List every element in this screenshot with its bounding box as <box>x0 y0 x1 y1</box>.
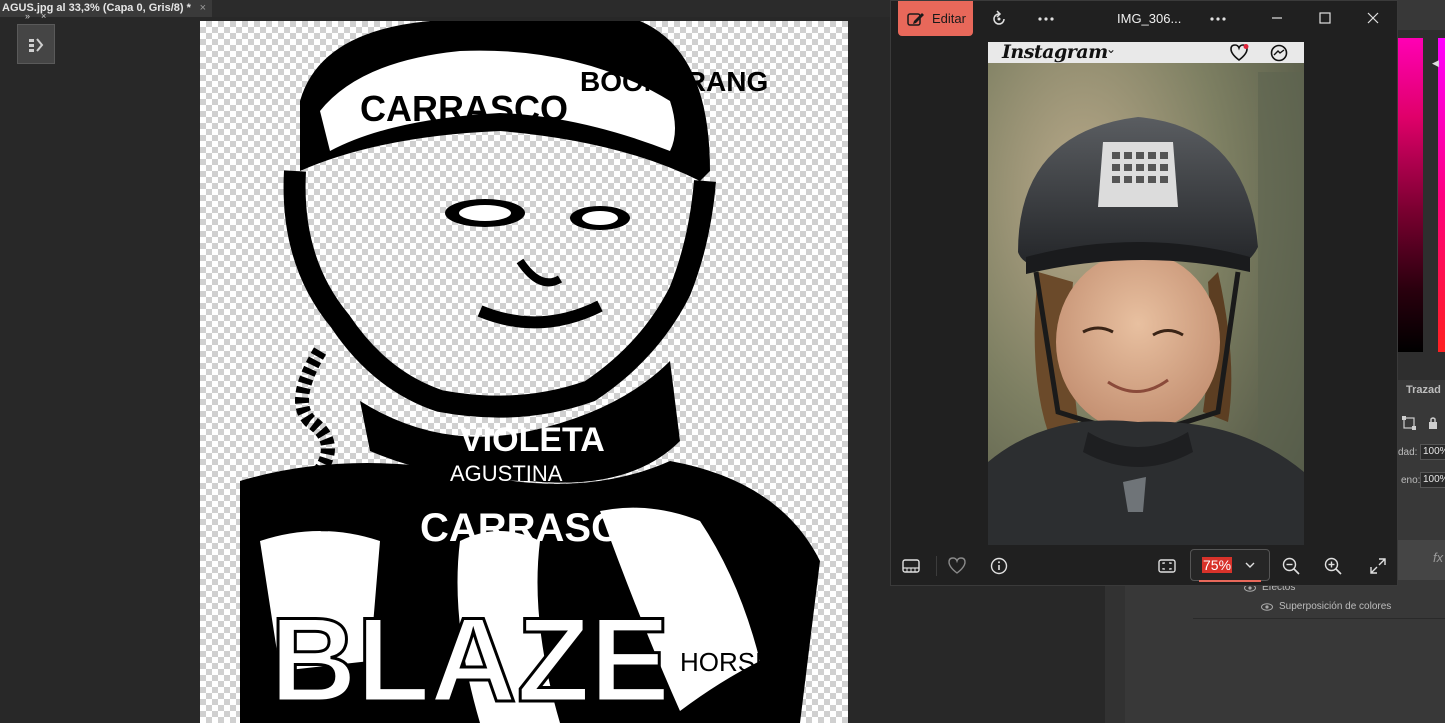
opacity-label: dad: <box>1398 447 1418 458</box>
lock-icon[interactable] <box>1426 416 1440 430</box>
more-options-icon[interactable] <box>1036 9 1056 29</box>
color-overlay-visibility-eye-icon[interactable] <box>1261 603 1273 611</box>
heart-icon[interactable] <box>947 556 967 576</box>
fill-label: eno: <box>1401 475 1421 486</box>
desktop: AGUS.jpg al 33,3% (Capa 0, Gris/8) * × »… <box>0 0 1445 723</box>
tool-panel-header: » × <box>17 11 55 23</box>
zoom-dropdown[interactable]: 75% <box>1190 549 1270 582</box>
zoom-out-icon[interactable] <box>1281 556 1301 576</box>
photo-display[interactable]: Instagram ⌄ <box>988 42 1304 545</box>
hue-slider[interactable] <box>1438 38 1445 352</box>
rotate-icon[interactable] <box>989 9 1009 29</box>
viewer-file-title: IMG_306... <box>1117 11 1182 26</box>
document-canvas[interactable]: CARRASCO BOOMERANG BLAZE BLAZE VIOLETA C… <box>200 21 848 723</box>
word-art-portrait: CARRASCO BOOMERANG BLAZE BLAZE VIOLETA C… <box>240 21 820 723</box>
close-panel-icon[interactable]: × <box>41 11 46 21</box>
fill-input[interactable]: 100% <box>1420 472 1445 488</box>
word-agus: AGUSTINA <box>450 461 563 486</box>
instagram-logo: Instagram <box>1002 42 1108 63</box>
minimize-icon[interactable] <box>1269 10 1285 26</box>
word-boomerang: BOOMERANG <box>580 66 768 97</box>
zoom-level-value[interactable]: 75% <box>1202 557 1233 573</box>
edit-button[interactable]: Editar <box>898 1 973 36</box>
properties-tool-icon[interactable] <box>28 37 44 53</box>
hue-slider-handle-icon[interactable]: ◀ <box>1432 58 1439 69</box>
chevron-down-icon[interactable] <box>1244 559 1256 571</box>
tool-panel <box>17 24 55 64</box>
zoom-focus-underline <box>1199 580 1261 582</box>
layer-effects-fx-icon[interactable]: fx <box>1433 550 1443 565</box>
word-violeta: VIOLETA <box>460 421 605 459</box>
document-tab-close-icon[interactable]: × <box>200 0 206 17</box>
instagram-chevron-icon: ⌄ <box>1106 42 1117 56</box>
edit-button-label: Editar <box>932 11 966 26</box>
edit-icon <box>907 13 924 26</box>
word-blaze-small: BLAZE <box>250 485 423 543</box>
document-tab-bar <box>212 0 902 17</box>
photo-image <box>988 42 1304 545</box>
viewer-titlebar: Editar IMG_306... <box>891 1 1399 37</box>
maximize-icon[interactable] <box>1317 10 1333 26</box>
toolbar-separator <box>936 556 937 576</box>
word-blaze-large: BLAZE <box>270 593 670 723</box>
viewer-bottom-toolbar: 75% <box>891 546 1399 586</box>
photos-viewer-window: Editar IMG_306... Instagram ⌄ 75% <box>890 0 1398 586</box>
info-icon[interactable] <box>989 556 1009 576</box>
color-spectrum-field[interactable] <box>1398 38 1423 352</box>
layer-divider <box>1193 618 1445 619</box>
color-panel-tab <box>1398 0 1445 30</box>
filmstrip-icon[interactable] <box>901 556 921 576</box>
zoom-in-icon[interactable] <box>1323 556 1343 576</box>
opacity-input[interactable]: 100% <box>1420 444 1445 460</box>
word-carrasco: CARRASCO <box>360 88 568 129</box>
messenger-icon <box>1270 44 1288 62</box>
file-more-icon[interactable] <box>1208 9 1228 29</box>
color-overlay-effect-label[interactable]: Superposición de colores <box>1279 601 1391 612</box>
word-horse: HORSE <box>680 647 772 677</box>
fit-to-window-icon[interactable] <box>1157 556 1177 576</box>
heart-notification-icon <box>1230 44 1249 62</box>
paths-tab[interactable]: Trazad <box>1406 384 1441 396</box>
word-carrasco-body: CARRASCO <box>420 506 651 550</box>
fullscreen-icon[interactable] <box>1368 556 1388 576</box>
close-icon[interactable] <box>1365 10 1381 26</box>
expand-panel-icon[interactable]: » <box>25 11 30 21</box>
transform-icon[interactable] <box>1402 416 1416 430</box>
